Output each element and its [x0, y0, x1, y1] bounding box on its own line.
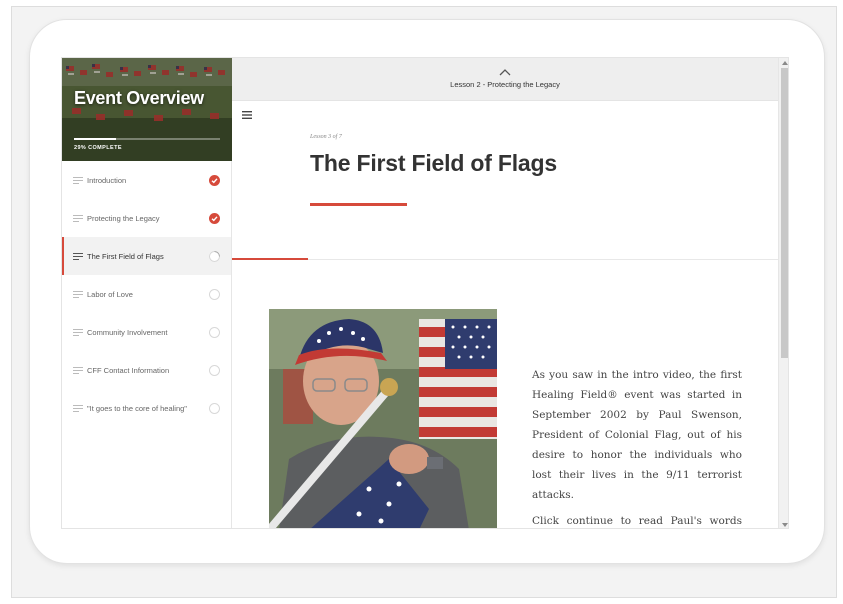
section-divider-accent [232, 258, 308, 260]
sidebar-item-cff-contact-information[interactable]: CFF Contact Information [62, 351, 231, 389]
list-lines-icon [73, 328, 83, 336]
sidebar-item-the-first-field-of-flags[interactable]: The First Field of Flags [62, 237, 231, 275]
sidebar-item-labor-of-love[interactable]: Labor of Love [62, 275, 231, 313]
lesson-paragraph: Click continue to read Paul's words abou… [532, 515, 742, 527]
list-lines-icon [73, 176, 83, 184]
course-sidebar: Event Overview 29% COMPLETE Introduction… [62, 58, 232, 528]
course-viewer: Event Overview 29% COMPLETE Introduction… [61, 57, 789, 529]
lesson-photo [269, 309, 497, 528]
sidebar-item-protecting-the-legacy[interactable]: Protecting the Legacy [62, 199, 231, 237]
previous-lesson-bar[interactable]: Lesson 2 - Protecting the Legacy [232, 58, 778, 101]
sidebar-item-label: CFF Contact Information [87, 365, 170, 375]
sidebar-item-label: "It goes to the core of healing" [87, 403, 187, 413]
scroll-down-icon[interactable] [782, 523, 788, 527]
content-scrollbar[interactable] [778, 58, 788, 528]
sidebar-item-label: Community Involvement [87, 327, 168, 337]
empty-circle-icon [209, 364, 220, 376]
list-lines-icon [73, 214, 83, 222]
sidebar-item-label: Introduction [87, 175, 127, 185]
chevron-up-icon[interactable] [499, 69, 511, 76]
scroll-up-icon[interactable] [782, 61, 788, 65]
empty-circle-icon [209, 288, 220, 300]
lesson-counter: Lesson 3 of 7 [310, 134, 342, 140]
previous-lesson-link[interactable]: Lesson 2 - Protecting the Legacy [232, 80, 778, 89]
list-lines-icon [73, 366, 83, 374]
sidebar-item-core-of-healing[interactable]: "It goes to the core of healing" [62, 389, 231, 427]
list-lines-icon [73, 290, 83, 298]
section-divider [232, 259, 778, 260]
list-lines-icon [73, 252, 83, 260]
lesson-list: Introduction Protecting the Legacy The F… [62, 161, 231, 427]
sidebar-item-label: Protecting the Legacy [87, 213, 160, 223]
course-progress-bar [74, 138, 220, 140]
lesson-body: As you saw in the intro video, the first… [532, 365, 742, 528]
check-circle-icon [209, 212, 220, 224]
title-underline [310, 203, 407, 206]
course-progress-label: 29% COMPLETE [74, 145, 122, 151]
course-progress-fill [74, 138, 117, 140]
empty-circle-icon [209, 326, 220, 338]
sidebar-item-label: Labor of Love [87, 289, 133, 299]
sidebar-item-community-involvement[interactable]: Community Involvement [62, 313, 231, 351]
check-circle-icon [209, 174, 220, 186]
lesson-content: Lesson 2 - Protecting the Legacy Lesson … [232, 58, 788, 528]
list-lines-icon [73, 404, 83, 412]
lesson-title: The First Field of Flags [310, 150, 557, 176]
empty-circle-icon [209, 402, 220, 414]
lesson-paragraph: As you saw in the intro video, the first… [532, 369, 742, 501]
partial-circle-icon [209, 250, 220, 262]
sidebar-header: Event Overview 29% COMPLETE [62, 58, 232, 161]
hamburger-menu-icon[interactable] [242, 111, 252, 119]
course-title: Event Overview [74, 88, 204, 108]
sidebar-item-label: The First Field of Flags [87, 251, 164, 261]
sidebar-item-introduction[interactable]: Introduction [62, 161, 231, 199]
scrollbar-thumb[interactable] [781, 68, 788, 358]
